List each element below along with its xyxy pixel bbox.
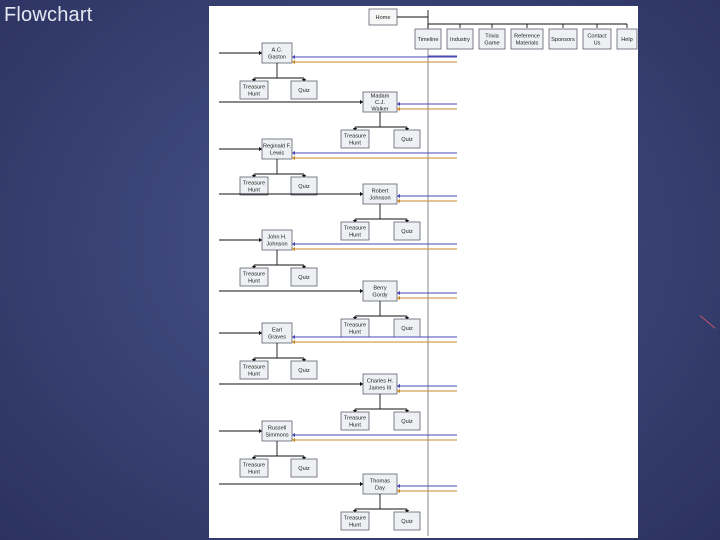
arrow-head xyxy=(259,50,262,56)
arrow-head xyxy=(292,246,295,252)
treasure-hunt-box-6-label: Hunt xyxy=(349,329,361,335)
person-box-4-label: Robert xyxy=(372,189,389,195)
person-box-3-label: Reginald F. xyxy=(263,144,291,150)
treasure-hunt-box-5-label: Treasure xyxy=(243,272,265,278)
quiz-box-6-label: Quiz xyxy=(401,326,413,332)
quiz-box-9-label: Quiz xyxy=(298,466,310,472)
arrow-head xyxy=(397,198,400,204)
treasure-hunt-box-6-label: Treasure xyxy=(344,323,366,329)
person-box-7-label: Earl xyxy=(272,328,282,334)
nav-box-4-label: Reference xyxy=(514,34,540,40)
treasure-hunt-box-4-label: Treasure xyxy=(344,226,366,232)
arrow-head xyxy=(397,295,400,301)
treasure-hunt-box-2-label: Hunt xyxy=(349,140,361,146)
arrow-head xyxy=(292,150,295,156)
quiz-box-7-label: Quiz xyxy=(298,368,310,374)
arrow-head xyxy=(397,101,400,107)
person-box-4-label: Johnson xyxy=(369,195,390,201)
arrow-head xyxy=(397,483,400,489)
treasure-hunt-box-1-label: Treasure xyxy=(243,85,265,91)
quiz-box-5-label: Quiz xyxy=(298,275,310,281)
arrow-head xyxy=(397,106,400,112)
nav-box-5-label: Sponsors xyxy=(551,37,575,43)
person-box-9-label: Simmons xyxy=(265,432,289,438)
arrow-head xyxy=(397,383,400,389)
person-box-2-label: Walker xyxy=(371,107,388,113)
arrow-head xyxy=(292,334,295,340)
treasure-hunt-box-9-label: Treasure xyxy=(243,463,265,469)
arrow-head xyxy=(259,237,262,243)
arrow-head xyxy=(360,191,363,197)
arrow-head xyxy=(397,388,400,394)
arrow-head xyxy=(292,437,295,443)
person-box-8-label: Charles H. xyxy=(367,379,394,385)
person-box-8-label: James III xyxy=(369,385,392,391)
treasure-hunt-box-10-label: Treasure xyxy=(344,516,366,522)
person-box-3-label: Lewis xyxy=(270,150,285,156)
arrow-head xyxy=(292,59,295,65)
quiz-box-4-label: Quiz xyxy=(401,229,413,235)
person-box-5-label: Johnson xyxy=(266,241,287,247)
arrow-head xyxy=(360,481,363,487)
person-box-6-label: Gordy xyxy=(372,292,387,298)
arrow-head xyxy=(259,428,262,434)
arrow-head xyxy=(360,99,363,105)
arrow-head xyxy=(259,146,262,152)
person-box-10-label: Day xyxy=(375,485,385,491)
treasure-hunt-box-4-label: Hunt xyxy=(349,232,361,238)
person-box-5-label: John H. xyxy=(267,235,287,241)
quiz-box-10-label: Quiz xyxy=(401,519,413,525)
treasure-hunt-box-7-label: Treasure xyxy=(243,365,265,371)
flowchart-panel: Home Timeline Industry Trivia Game Reference M… xyxy=(209,6,638,538)
person-box-6-label: Berry xyxy=(373,286,387,292)
flowchart-diagram: HomeTimeline IndustryTriviaGameReferenceM… xyxy=(219,8,638,536)
person-box-1-label: A.C. xyxy=(272,48,283,54)
quiz-box-3-label: Quiz xyxy=(298,184,310,190)
treasure-hunt-box-3-label: Hunt xyxy=(248,187,260,193)
nav-box-6-label: Us xyxy=(594,40,601,46)
treasure-hunt-box-2-label: Treasure xyxy=(344,134,366,140)
quiz-box-8-label: Quiz xyxy=(401,419,413,425)
treasure-hunt-box-10-label: Hunt xyxy=(349,522,361,528)
nav-box-2-label: Industry xyxy=(450,37,470,43)
arrow-head xyxy=(292,432,295,438)
arrow-head xyxy=(292,241,295,247)
treasure-hunt-box-8-label: Treasure xyxy=(344,416,366,422)
treasure-hunt-box-3-label: Treasure xyxy=(243,181,265,187)
person-box-1-label: Gaston xyxy=(268,54,286,60)
arrow-head xyxy=(397,193,400,199)
person-box-7-label: Graves xyxy=(268,334,286,340)
person-box-2-label: Madam xyxy=(371,93,390,99)
arrow-head xyxy=(397,290,400,296)
arrow-head xyxy=(292,339,295,345)
home-box-label: Home xyxy=(376,15,391,21)
arrow-head xyxy=(360,288,363,294)
quiz-box-2-label: Quiz xyxy=(401,137,413,143)
person-box-9-label: Russell xyxy=(268,426,286,432)
arrow-head xyxy=(292,155,295,161)
quiz-box-1-label: Quiz xyxy=(298,88,310,94)
person-box-2-label: C.J. xyxy=(375,100,385,106)
treasure-hunt-box-7-label: Hunt xyxy=(248,371,260,377)
nav-box-7-label: Help xyxy=(621,37,633,43)
arrow-head xyxy=(292,54,295,60)
nav-box-6-label: Contact xyxy=(587,34,607,40)
nav-box-3-label: Trivia xyxy=(485,34,499,40)
treasure-hunt-box-1-label: Hunt xyxy=(248,91,260,97)
arrow-head xyxy=(360,381,363,387)
nav-box-1-label: Timeline xyxy=(418,37,439,43)
slide-title: Flowchart xyxy=(4,4,93,26)
nav-box-3-label: Game xyxy=(484,40,499,46)
arrow-head xyxy=(397,488,400,494)
treasure-hunt-box-8-label: Hunt xyxy=(349,422,361,428)
arrow-head xyxy=(259,330,262,336)
person-box-10-label: Thomas xyxy=(370,479,390,485)
treasure-hunt-box-5-label: Hunt xyxy=(248,278,260,284)
nav-box-4-label: Materials xyxy=(516,40,539,46)
treasure-hunt-box-9-label: Hunt xyxy=(248,469,260,475)
decorative-stroke xyxy=(699,315,716,329)
